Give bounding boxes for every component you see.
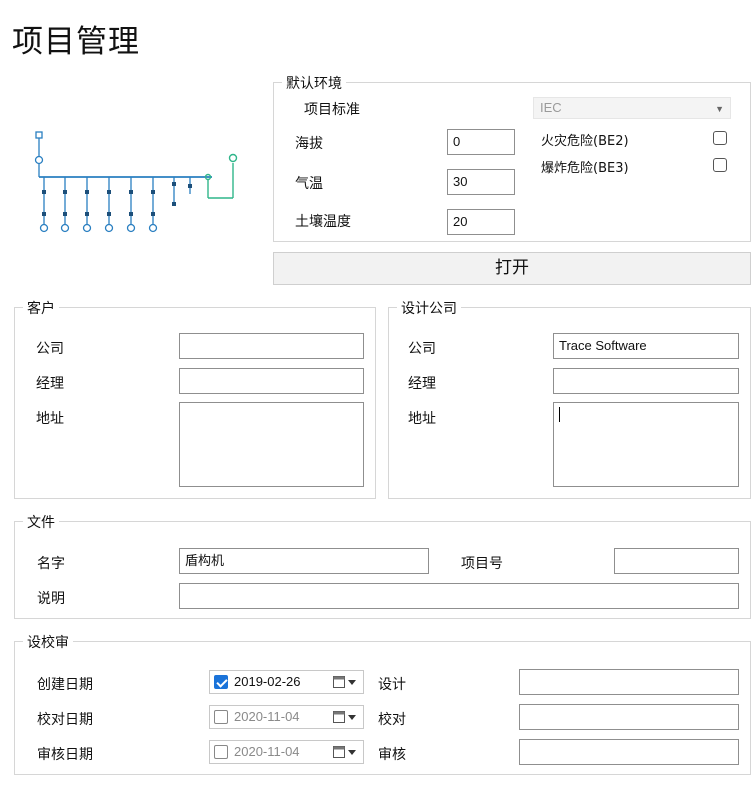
standard-select-value: IEC bbox=[540, 100, 562, 115]
created-date-value: 2019-02-26 bbox=[234, 674, 301, 689]
calendar-dropdown-icon[interactable] bbox=[333, 745, 357, 759]
created-date-checkbox[interactable] bbox=[214, 675, 228, 689]
open-button[interactable]: 打开 bbox=[273, 252, 751, 285]
temperature-label: 气温 bbox=[295, 176, 323, 192]
file-legend: 文件 bbox=[23, 512, 59, 532]
standard-select[interactable]: IEC ▼ bbox=[533, 97, 731, 119]
file-name-input[interactable]: 盾构机 bbox=[179, 548, 429, 574]
chevron-down-icon: ▼ bbox=[715, 104, 724, 114]
default-environment-legend: 默认环境 bbox=[282, 73, 346, 93]
client-address-label: 地址 bbox=[36, 411, 64, 427]
calendar-dropdown-icon[interactable] bbox=[333, 675, 357, 689]
review-legend: 设校审 bbox=[23, 632, 73, 652]
text-cursor bbox=[559, 407, 560, 422]
description-label: 说明 bbox=[37, 591, 65, 607]
created-date-label: 创建日期 bbox=[37, 677, 93, 693]
created-date-picker[interactable]: 2019-02-26 bbox=[209, 670, 364, 694]
design-input[interactable] bbox=[519, 669, 739, 695]
design-company-input[interactable]: Trace Software bbox=[553, 333, 739, 359]
soil-temperature-input[interactable]: 20 bbox=[447, 209, 515, 235]
soil-temperature-label: 土壤温度 bbox=[295, 214, 351, 230]
description-input[interactable] bbox=[179, 583, 739, 609]
temperature-input[interactable]: 30 bbox=[447, 169, 515, 195]
page-title: 项目管理 bbox=[12, 24, 140, 60]
client-company-label: 公司 bbox=[36, 341, 64, 357]
approve-label: 审核 bbox=[378, 747, 406, 763]
single-line-diagram-icon bbox=[34, 131, 238, 233]
design-label: 设计 bbox=[378, 677, 406, 693]
approve-input[interactable] bbox=[519, 739, 739, 765]
design-address-label: 地址 bbox=[408, 411, 436, 427]
client-company-input[interactable] bbox=[179, 333, 364, 359]
fire-risk-checkbox[interactable] bbox=[713, 131, 727, 145]
proof-input[interactable] bbox=[519, 704, 739, 730]
altitude-label: 海拔 bbox=[295, 136, 323, 152]
explosion-risk-checkbox[interactable] bbox=[713, 158, 727, 172]
project-number-input[interactable] bbox=[614, 548, 739, 574]
audit-date-picker[interactable]: 2020-11-04 bbox=[209, 740, 364, 764]
calendar-dropdown-icon[interactable] bbox=[333, 710, 357, 724]
design-address-textarea[interactable] bbox=[553, 402, 739, 487]
client-legend: 客户 bbox=[23, 298, 59, 318]
project-number-label: 项目号 bbox=[461, 556, 503, 572]
checked-date-checkbox[interactable] bbox=[214, 710, 228, 724]
audit-date-value: 2020-11-04 bbox=[234, 744, 300, 759]
diagram-thumbnail[interactable] bbox=[32, 78, 238, 284]
design-manager-input[interactable] bbox=[553, 368, 739, 394]
explosion-risk-label: 爆炸危险(BE3) bbox=[541, 161, 629, 176]
checked-date-value: 2020-11-04 bbox=[234, 709, 300, 724]
client-address-textarea[interactable] bbox=[179, 402, 364, 487]
standard-label: 项目标准 bbox=[304, 102, 360, 118]
checked-date-label: 校对日期 bbox=[37, 712, 93, 728]
file-name-label: 名字 bbox=[37, 556, 65, 572]
fire-risk-label: 火灾危险(BE2) bbox=[541, 134, 629, 149]
audit-date-checkbox[interactable] bbox=[214, 745, 228, 759]
design-company-legend: 设计公司 bbox=[397, 298, 461, 318]
audit-date-label: 审核日期 bbox=[37, 747, 93, 763]
checked-date-picker[interactable]: 2020-11-04 bbox=[209, 705, 364, 729]
design-manager-label: 经理 bbox=[408, 376, 436, 392]
client-manager-input[interactable] bbox=[179, 368, 364, 394]
client-manager-label: 经理 bbox=[36, 376, 64, 392]
proof-label: 校对 bbox=[378, 712, 406, 728]
altitude-input[interactable]: 0 bbox=[447, 129, 515, 155]
design-company-label: 公司 bbox=[408, 341, 436, 357]
